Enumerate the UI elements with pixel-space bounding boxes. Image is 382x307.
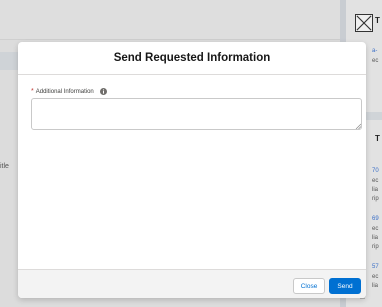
required-marker: * [31,88,34,95]
right-panel-line[interactable]: 70 [372,168,379,174]
right-panel-line: ec [372,178,379,184]
additional-information-label: Additional Information [35,88,94,95]
modal-header: Send Requested Information [18,42,366,75]
close-window-icon[interactable] [355,14,373,32]
close-button[interactable]: Close [293,278,325,294]
right-panel-line: lia [372,235,379,241]
right-panel-line: ec [372,58,379,64]
right-panel-line: lia [372,283,379,289]
right-panel-line[interactable]: 57 [372,264,379,270]
background-header [0,0,340,40]
right-panel-title-fragment: T [375,16,380,25]
right-panel-line[interactable]: 69 [372,216,379,222]
additional-information-textarea[interactable] [31,98,362,130]
right-panel-line: lia [372,187,379,193]
right-panel-line: ec [372,226,379,232]
modal-title: Send Requested Information [113,52,271,64]
background-band [0,52,20,70]
right-panel-heading-fragment: T [375,134,380,143]
modal-body: * Additional Information [18,75,366,269]
info-icon[interactable] [99,88,107,95]
right-panel-line[interactable]: a- [372,48,377,54]
right-panel-line: ec [372,274,379,280]
send-button[interactable]: Send [329,278,361,294]
modal-footer: Close Send [18,269,366,298]
right-panel-line: rip [372,196,379,202]
additional-information-label-row: * Additional Information [31,88,107,95]
background-side-text: itle [0,163,9,170]
send-requested-information-modal: Send Requested Information * Additional … [18,42,366,298]
resize-handle-icon[interactable] [355,123,361,129]
right-panel-line: rip [372,244,379,250]
